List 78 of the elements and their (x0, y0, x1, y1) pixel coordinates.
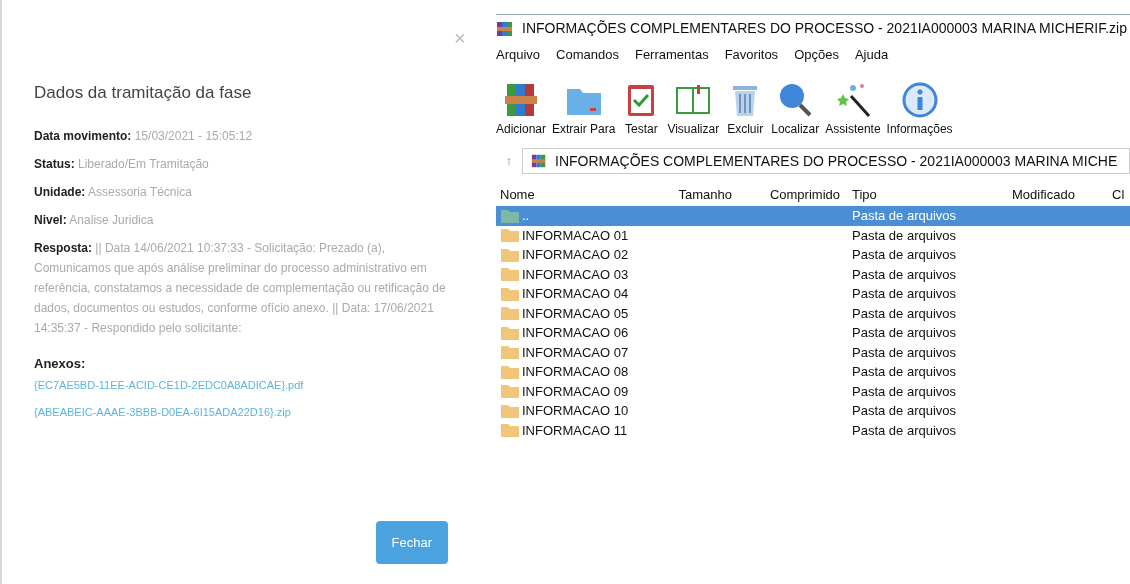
file-name: INFORMACAO 06 (522, 324, 629, 342)
menu-item[interactable]: Comandos (556, 45, 619, 65)
file-row[interactable]: INFORMACAO 06 Pasta de arquivos (496, 323, 1130, 343)
folder-icon (500, 305, 520, 322)
detail-field: Nivel: Analise Juridica (34, 209, 458, 230)
file-row[interactable]: INFORMACAO 04 Pasta de arquivos (496, 284, 1130, 304)
toolbar-button[interactable]: Extrair Para (552, 80, 616, 138)
file-name: .. (522, 207, 530, 225)
folder-icon (500, 266, 520, 283)
folder-icon (500, 363, 520, 380)
file-row[interactable]: INFORMACAO 03 Pasta de arquivos (496, 264, 1130, 284)
file-row[interactable]: INFORMACAO 09 Pasta de arquivos (496, 381, 1130, 401)
toolbar-button[interactable]: Testar (621, 80, 662, 138)
column-header[interactable]: Tipo (848, 184, 1008, 204)
folder-icon (500, 207, 520, 224)
file-name: INFORMACAO 04 (522, 285, 629, 303)
file-type: Pasta de arquivos (851, 343, 957, 362)
detail-field: Status: Liberado/Em Tramitação (34, 153, 458, 174)
file-name: INFORMACAO 10 (522, 402, 629, 420)
folder-icon (500, 344, 520, 361)
folder-icon (500, 246, 520, 263)
file-type: Pasta de arquivos (851, 363, 957, 381)
column-header[interactable]: Modificado (1008, 184, 1108, 204)
file-type: Pasta de arquivos (851, 421, 957, 440)
menu-item[interactable]: Ferramentas (634, 45, 709, 65)
column-header[interactable]: Comprimido (740, 184, 848, 204)
file-type: Pasta de arquivos (851, 246, 957, 264)
file-name: INFORMACAO 08 (522, 363, 629, 381)
file-name: INFORMACAO 11 (522, 421, 628, 440)
file-name: INFORMACAO 07 (522, 343, 629, 362)
file-row[interactable]: INFORMACAO 08 Pasta de arquivos (496, 362, 1130, 382)
up-button[interactable]: ↑ (496, 151, 522, 171)
detail-field: Unidade: Assessoria Técnica (34, 181, 458, 202)
file-type: Pasta de arquivos (851, 285, 957, 303)
file-row[interactable]: INFORMACAO 05 Pasta de arquivos (496, 303, 1130, 323)
file-row[interactable]: INFORMACAO 10 Pasta de arquivos (496, 401, 1130, 421)
toolbar-button[interactable]: Excluir (725, 80, 766, 138)
file-type: Pasta de arquivos (851, 304, 957, 323)
window-title: INFORMAÇÕES COMPLEMENTARES DO PROCESSO - 2021IA000003 MARINA MICHERIF.zip (522, 19, 1127, 38)
folder-icon (500, 285, 520, 302)
column-header[interactable]: Nome (496, 184, 666, 204)
file-row[interactable]: INFORMACAO 02 Pasta de arquivos (496, 245, 1130, 265)
file-type: Pasta de arquivos (851, 382, 957, 401)
file-name: INFORMACAO 03 (522, 265, 629, 284)
detail-field: Data movimento: 15/03/2021 - 15:05:12 (34, 125, 458, 146)
folder-icon (500, 402, 520, 419)
toolbar-button[interactable]: Adicionar (496, 80, 547, 138)
menu-item[interactable]: Opções (794, 45, 839, 65)
column-header[interactable]: Cl (1108, 184, 1128, 204)
toolbar-button[interactable]: Assistente (825, 80, 881, 138)
column-header[interactable]: Tamanho (666, 184, 740, 204)
file-row[interactable]: INFORMACAO 07 Pasta de arquivos (496, 342, 1130, 362)
file-type: Pasta de arquivos (851, 226, 957, 245)
archive-icon (496, 19, 514, 38)
dialog-title: Dados da tramitação da fase (34, 82, 253, 104)
file-type: Pasta de arquivos (851, 402, 957, 420)
toolbar-button[interactable]: Visualizar (667, 80, 720, 138)
file-type: Pasta de arquivos (851, 265, 957, 284)
folder-icon (500, 422, 520, 439)
attachments-label: Anexos: (34, 354, 87, 373)
menu-item[interactable]: Arquivo (496, 45, 541, 65)
file-name: INFORMACAO 01 (522, 226, 629, 245)
file-type: Pasta de arquivos (851, 324, 957, 342)
toolbar-button[interactable]: Informações (886, 80, 953, 138)
toolbar-button[interactable]: Localizar (771, 80, 820, 138)
file-name: INFORMACAO 02 (522, 246, 629, 264)
file-name: INFORMACAO 05 (522, 304, 629, 323)
folder-icon (500, 383, 520, 400)
file-row[interactable]: INFORMACAO 01 Pasta de arquivos (496, 225, 1130, 245)
detail-field: Resposta: || Data 14/06/2021 10:37:33 - Solicitação: Prezado (a), Comunicamos que após análise preliminar do processo administrativo em referência, constatamos a necessidade de complementação ou retificação de dados, documentos ou estudos, conforme ofício anexo. || Data: 17/06/2021 14:35:37 - Respondido pelo solicitante: (34, 237, 458, 338)
file-type: Pasta de arquivos (851, 207, 957, 225)
archive-icon (531, 153, 547, 169)
folder-icon (500, 324, 520, 341)
file-name: INFORMACAO 09 (522, 382, 629, 401)
path-field[interactable]: INFORMAÇÕES COMPLEMENTARES DO PROCESSO - 2021IA000003 MARINA MICHE (522, 148, 1130, 174)
menu-item[interactable]: Ajuda (854, 45, 889, 65)
file-row[interactable]: INFORMACAO 11 Pasta de arquivos (496, 420, 1130, 440)
menu-item[interactable]: Favoritos (724, 45, 779, 65)
